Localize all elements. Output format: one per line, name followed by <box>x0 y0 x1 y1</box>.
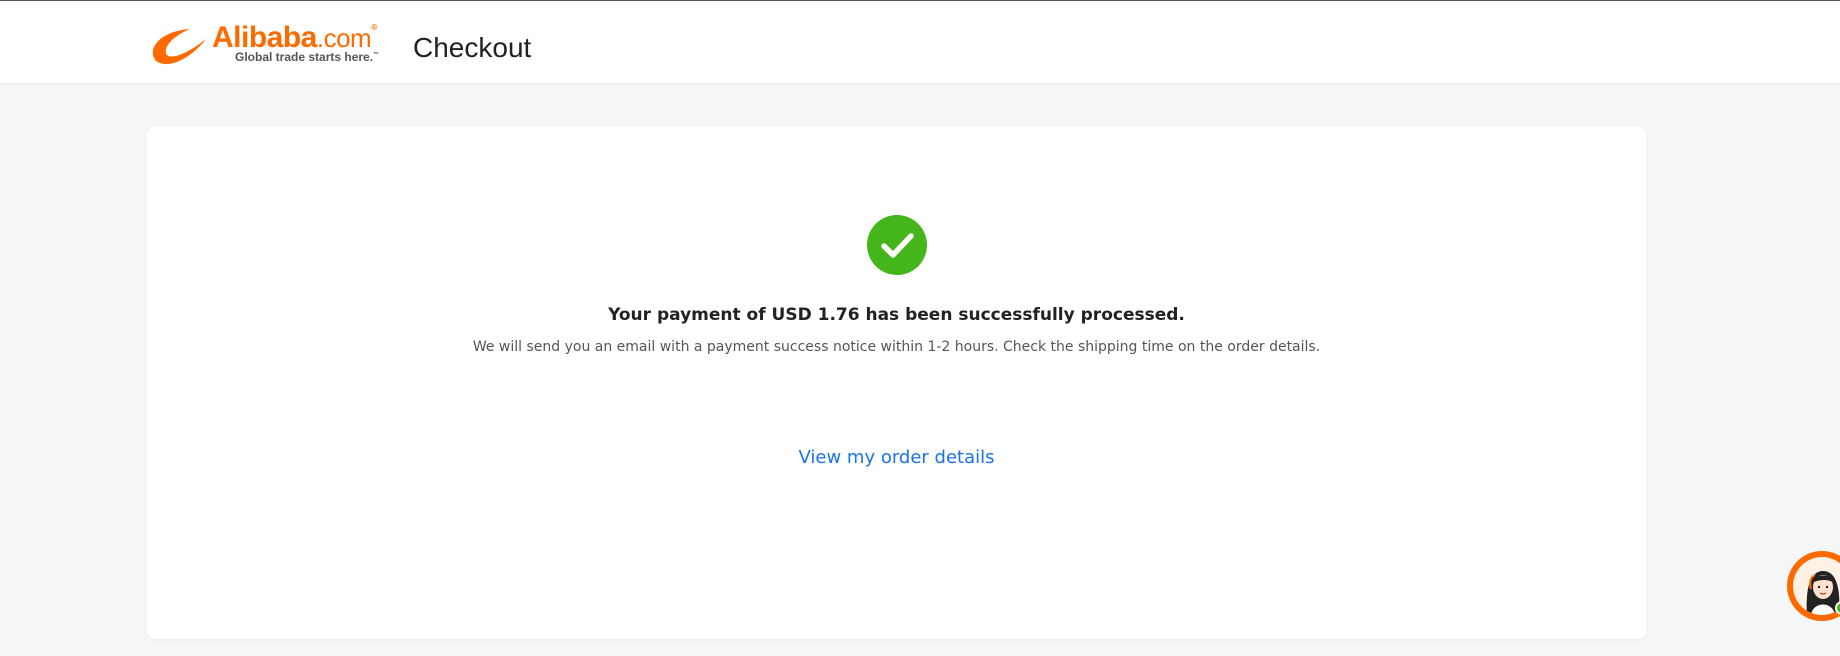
success-check-icon <box>867 215 927 275</box>
logo-tagline-mark: ™ <box>373 52 380 58</box>
alibaba-swoosh-icon <box>152 29 206 65</box>
logo-brand-suffix: .com <box>316 23 372 53</box>
logo-tagline: Global trade starts here.™ <box>235 50 379 64</box>
site-header: Alibaba.com® Global trade starts here.™ … <box>0 0 1840 83</box>
support-chat-button[interactable] <box>1787 551 1840 621</box>
logo-tagline-text: Global trade starts here. <box>235 50 374 64</box>
payment-result-card: Your payment of USD 1.76 has been succes… <box>147 127 1646 639</box>
logo-registered-mark: ® <box>371 23 377 32</box>
payment-success-notice: We will send you an email with a payment… <box>472 339 1321 355</box>
view-order-details-link[interactable]: View my order details <box>147 447 1646 468</box>
alibaba-logo[interactable]: Alibaba.com® Global trade starts here.™ <box>150 21 390 69</box>
online-status-indicator <box>1835 601 1840 615</box>
support-agent-avatar-icon <box>1793 557 1840 615</box>
page-title: Checkout <box>413 32 532 63</box>
payment-success-title: Your payment of USD 1.76 has been succes… <box>608 305 1185 325</box>
